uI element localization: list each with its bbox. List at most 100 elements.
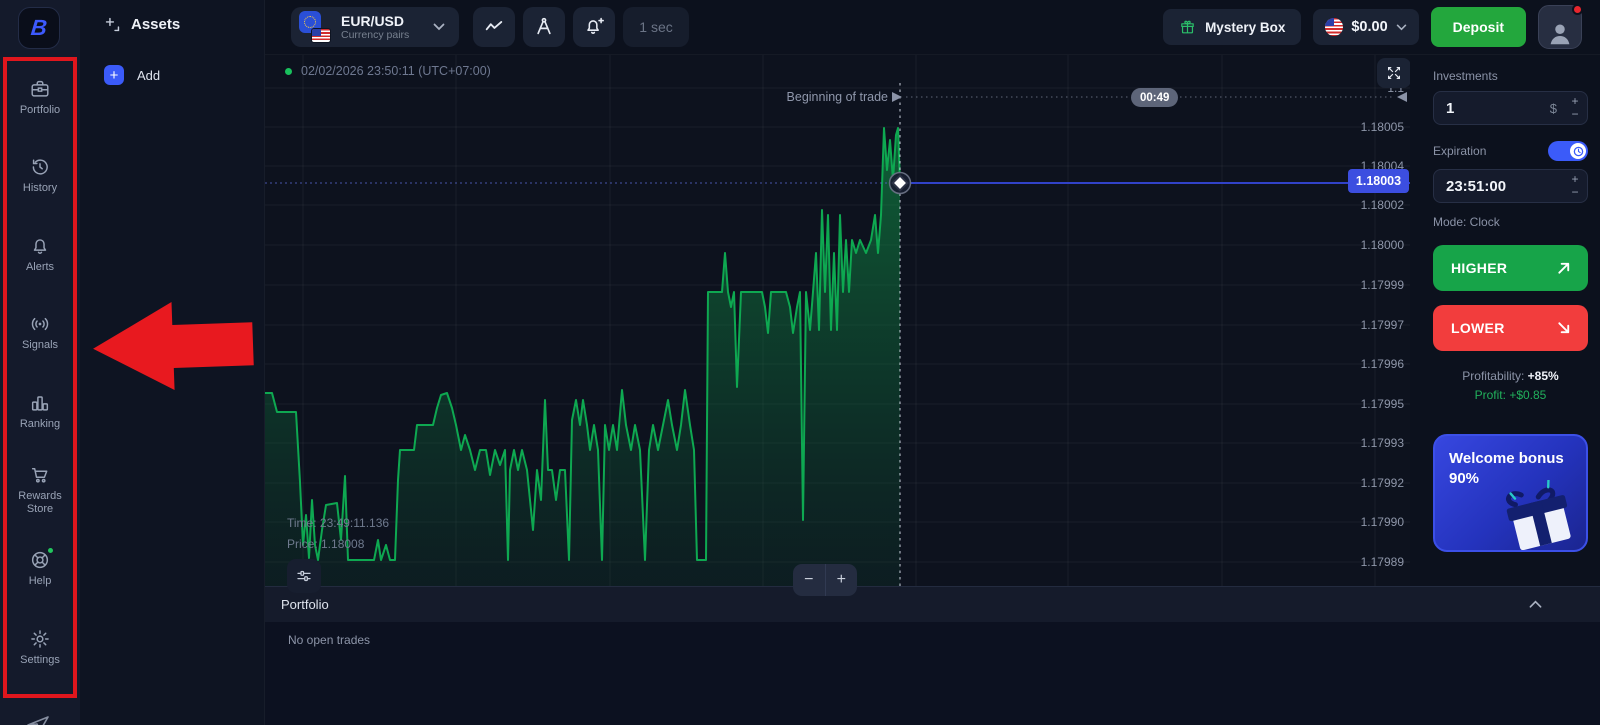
profit-row: Profit: +$0.85 bbox=[1433, 388, 1588, 402]
pair-flags-icon bbox=[299, 11, 331, 43]
portfolio-content: No open trades bbox=[265, 622, 1600, 725]
balance-selector[interactable]: $0.00 bbox=[1313, 9, 1418, 45]
price-tick: 1.18000 bbox=[1361, 238, 1405, 252]
gift-box-illustration bbox=[1500, 480, 1588, 552]
profitability-row: Profitability: +85% bbox=[1433, 369, 1588, 383]
profile-avatar[interactable] bbox=[1538, 5, 1582, 49]
deposit-button[interactable]: Deposit bbox=[1431, 7, 1526, 47]
toggle-knob bbox=[1570, 143, 1586, 159]
assets-title: Assets bbox=[131, 16, 180, 33]
chart-settings-button[interactable] bbox=[287, 559, 321, 593]
price-tick: 1.18005 bbox=[1361, 120, 1405, 134]
price-tick: 1.17995 bbox=[1361, 397, 1405, 411]
price-alert-button[interactable] bbox=[573, 7, 615, 47]
higher-button[interactable]: HIGHER bbox=[1433, 245, 1588, 291]
price-tick: 1.17993 bbox=[1361, 436, 1405, 450]
bonus-title: Welcome bonus bbox=[1449, 449, 1572, 469]
add-asset-button[interactable]: + Add bbox=[104, 65, 264, 85]
sidebar-item-ranking[interactable]: Ranking bbox=[0, 392, 80, 431]
chart-type-button[interactable] bbox=[473, 7, 515, 47]
portfolio-title: Portfolio bbox=[281, 597, 329, 612]
help-status-dot bbox=[46, 546, 55, 555]
expiration-input[interactable]: 23:51:00 + − bbox=[1433, 169, 1588, 203]
plus-icon: + bbox=[104, 65, 124, 85]
history-icon bbox=[29, 156, 51, 178]
left-sidebar: B Portfolio History Alerts Signals bbox=[0, 0, 80, 725]
no-open-trades-text: No open trades bbox=[288, 633, 370, 647]
trade-panel: Investments 1 $ + − Expiration bbox=[1410, 55, 1600, 641]
profitability-value: +85% bbox=[1528, 369, 1559, 383]
expand-icon bbox=[1385, 64, 1403, 82]
decrease-expiration-button[interactable]: − bbox=[1563, 186, 1587, 199]
sidebar-item-alerts[interactable]: Alerts bbox=[0, 235, 80, 274]
gift-icon bbox=[1179, 19, 1196, 36]
expiration-value: 23:51:00 bbox=[1434, 178, 1563, 195]
line-chart-icon bbox=[483, 16, 505, 38]
sidebar-item-portfolio[interactable]: Portfolio bbox=[0, 78, 80, 117]
market-open-dot bbox=[285, 68, 292, 75]
zoom-controls: − + bbox=[793, 564, 857, 596]
trade-start-label: Beginning of trade bbox=[720, 90, 888, 104]
chevron-down-icon bbox=[433, 23, 445, 31]
sidebar-item-history[interactable]: History bbox=[0, 156, 80, 195]
play-marker-icon bbox=[892, 92, 902, 102]
clock-icon bbox=[1573, 146, 1584, 157]
sidebar-item-signals[interactable]: Signals bbox=[0, 313, 80, 352]
cart-icon bbox=[29, 464, 51, 486]
balance-amount: $0.00 bbox=[1351, 19, 1387, 35]
chart-datetime: 02/02/2026 23:50:11 (UTC+07:00) bbox=[301, 64, 491, 78]
fullscreen-button[interactable] bbox=[1377, 58, 1410, 88]
welcome-bonus-banner[interactable]: Welcome bonus 90% bbox=[1433, 434, 1588, 552]
chart-canvas[interactable]: 1.11.180051.180041.180021.180001.179991.… bbox=[265, 55, 1410, 641]
price-tick: 1.17990 bbox=[1361, 515, 1405, 529]
interval-selector[interactable]: 1 sec bbox=[623, 7, 688, 47]
crosshair-price: Price: 1.18008 bbox=[287, 534, 389, 555]
investment-input[interactable]: 1 $ + − bbox=[1433, 91, 1588, 125]
crosshair-readout: Time: 23:49:11.136 Price: 1.18008 bbox=[287, 513, 389, 555]
current-price-badge: 1.18003 bbox=[1348, 169, 1409, 193]
chevron-up-icon[interactable] bbox=[1529, 600, 1542, 609]
main-area: EUR/USD Currency pairs bbox=[265, 0, 1600, 725]
profit-value: +$0.85 bbox=[1509, 388, 1546, 402]
pair-symbol: EUR/USD bbox=[341, 13, 409, 29]
price-tick: 1.18002 bbox=[1361, 198, 1405, 212]
sliders-icon bbox=[295, 567, 313, 585]
briefcase-icon bbox=[29, 78, 51, 100]
sidebar-item-help[interactable]: Help bbox=[0, 549, 80, 588]
mode-text: Mode: Clock bbox=[1433, 215, 1588, 229]
chevron-down-icon bbox=[1396, 24, 1407, 31]
trading-app-window: B Portfolio History Alerts Signals bbox=[0, 0, 1600, 725]
arrow-down-right-icon bbox=[1556, 320, 1572, 336]
compass-tool-icon bbox=[533, 16, 555, 38]
decrease-investment-button[interactable]: − bbox=[1563, 108, 1587, 121]
pair-category: Currency pairs bbox=[341, 29, 409, 41]
countdown-badge: 00:49 bbox=[1131, 88, 1178, 107]
drawing-tools-button[interactable] bbox=[523, 7, 565, 47]
mystery-box-button[interactable]: Mystery Box bbox=[1163, 9, 1301, 45]
zoom-in-button[interactable]: + bbox=[826, 564, 858, 596]
signal-icon bbox=[29, 313, 51, 335]
expiration-stepper: + − bbox=[1563, 173, 1587, 199]
bell-plus-icon bbox=[583, 16, 605, 38]
lower-button[interactable]: LOWER bbox=[1433, 305, 1588, 351]
price-chart: 1.11.180051.180041.180021.180001.179991.… bbox=[265, 55, 1410, 641]
currency-pair-selector[interactable]: EUR/USD Currency pairs bbox=[291, 7, 459, 47]
price-tick: 1.17989 bbox=[1361, 555, 1405, 569]
zoom-out-button[interactable]: − bbox=[793, 564, 826, 596]
assets-icon bbox=[104, 16, 121, 33]
bell-icon bbox=[29, 235, 51, 257]
portfolio-bar[interactable]: Portfolio bbox=[265, 586, 1600, 622]
us-flag-icon bbox=[311, 28, 331, 43]
topbar: EUR/USD Currency pairs bbox=[265, 0, 1600, 55]
expiration-label: Expiration bbox=[1433, 144, 1486, 158]
sidebar-item-settings[interactable]: Settings bbox=[0, 628, 80, 667]
crosshair-time: Time: 23:49:11.136 bbox=[287, 513, 389, 534]
price-tick: 1.17992 bbox=[1361, 476, 1405, 490]
app-logo-letter: B bbox=[30, 15, 49, 41]
app-logo[interactable]: B bbox=[18, 7, 60, 49]
sidebar-item-rewards-store[interactable]: Rewards Store bbox=[0, 464, 80, 516]
gear-icon bbox=[29, 628, 51, 650]
expiration-mode-toggle[interactable] bbox=[1548, 141, 1588, 161]
currency-symbol: $ bbox=[1550, 101, 1557, 116]
ranking-icon bbox=[29, 392, 51, 414]
